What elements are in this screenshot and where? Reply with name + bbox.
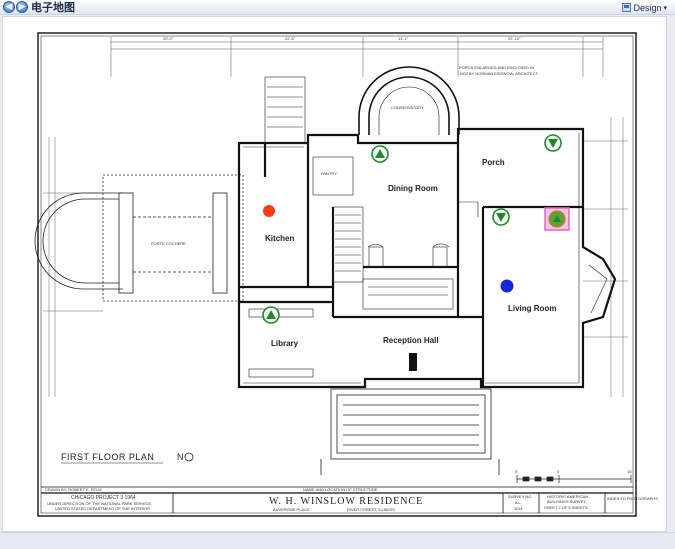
marker-green-dining-up-icon[interactable] [371, 145, 389, 163]
label-dining-room: Dining Room [388, 184, 438, 193]
plan-note-line1: PORCH ENLARGED AND ENCLOSED IN [459, 65, 534, 70]
habs-line2: BUILDINGS SURVEY [547, 499, 586, 504]
survey-no2: 1041 [514, 506, 524, 511]
scale-label-10: 10' [627, 469, 632, 474]
dim-top-4: 22'-10" [508, 36, 521, 41]
sheet-info: SHEET 2 OF 5 SHEETS [544, 505, 588, 510]
index-label: INDEX TO PHOTOGRAPHS [607, 496, 658, 501]
design-icon [622, 3, 632, 12]
marker-green-living-down-icon[interactable] [492, 208, 510, 226]
survey-label: SURVEY NO. [508, 494, 533, 499]
residence-name: W. H. WINSLOW RESIDENCE [269, 496, 423, 507]
dropdown-arrow-icon: ▾ [663, 4, 667, 12]
label-pantry: PANTRY [321, 171, 337, 176]
label-kitchen: Kitchen [265, 234, 294, 243]
marker-blue-living-room[interactable] [500, 279, 514, 293]
label-reception-hall: Reception Hall [383, 336, 439, 345]
marker-selected-living-icon[interactable] [544, 207, 570, 231]
label-library: Library [271, 339, 299, 348]
window-title: 电子地图 [31, 1, 75, 14]
forward-arrow-icon[interactable]: ▶ [16, 1, 28, 13]
title-bar: ◀ ▶ 电子地图 Design ▾ [0, 0, 675, 15]
back-arrow-icon[interactable]: ◀ [3, 1, 15, 13]
design-menu-button[interactable]: Design ▾ [622, 1, 667, 14]
dim-top-1: 20'-0" [163, 36, 174, 41]
label-conservatory: CONSERVATORY [391, 105, 424, 110]
marker-green-porch-down-icon[interactable] [544, 134, 562, 152]
drawn-by: DRAWN BY: ROBERT E. FELM [45, 487, 102, 492]
north-label: N [177, 452, 184, 462]
label-porch: Porch [482, 158, 505, 167]
survey-no1: ILL. [515, 500, 522, 505]
scale-label-5: 5' [515, 469, 518, 474]
front-door-symbol [409, 353, 417, 371]
residence-location2: RIVER FOREST, ILLINOIS [347, 507, 395, 512]
status-strip [0, 532, 675, 549]
marker-green-library-up-icon[interactable] [262, 306, 280, 324]
label-living-room: Living Room [508, 304, 556, 313]
plan-heading: FIRST FLOOR PLAN [61, 452, 154, 462]
design-label: Design [633, 2, 662, 13]
agency-line2: UNITED STATES DEPARTMENT OF THE INTERIOR [55, 506, 150, 511]
floor-plan-map[interactable]: 20'-0" 22'-5" 14'-1" 22'-10" PORCH ENLAR… [3, 17, 666, 531]
residence-location1: AUVERGNE PLACE [273, 507, 310, 512]
label-porte-cochere: PORTE COCHERE [151, 241, 186, 246]
residence-caption: NAME AND LOCATION OF STRUCTURE [303, 487, 378, 492]
dim-top-3: 14'-1" [398, 36, 409, 41]
plan-note-line2: 1902 BY NORMAN EIDSNOW, ARCHITECT. [459, 71, 539, 76]
map-panel: 20'-0" 22'-5" 14'-1" 22'-10" PORCH ENLAR… [2, 16, 667, 532]
marker-red-kitchen[interactable] [263, 205, 275, 217]
dim-top-2: 22'-5" [285, 36, 296, 41]
